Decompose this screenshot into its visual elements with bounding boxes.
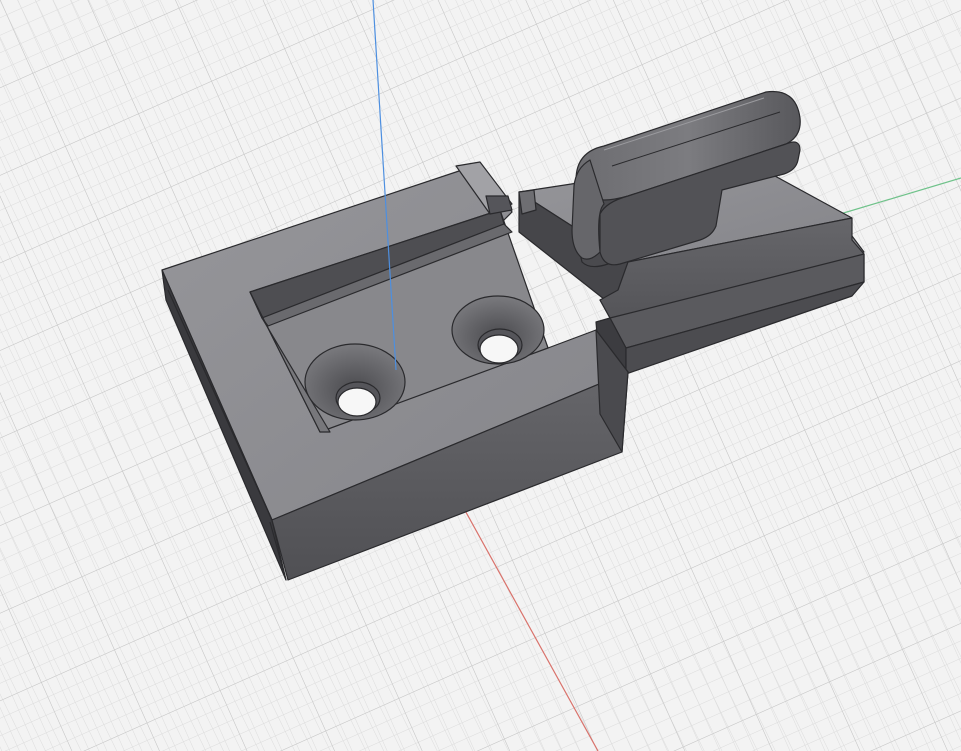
countersink-hole-2	[451, 295, 545, 365]
latch-lip	[518, 189, 537, 215]
countersink-hole-1	[304, 343, 406, 421]
3d-viewport[interactable]	[0, 0, 961, 751]
